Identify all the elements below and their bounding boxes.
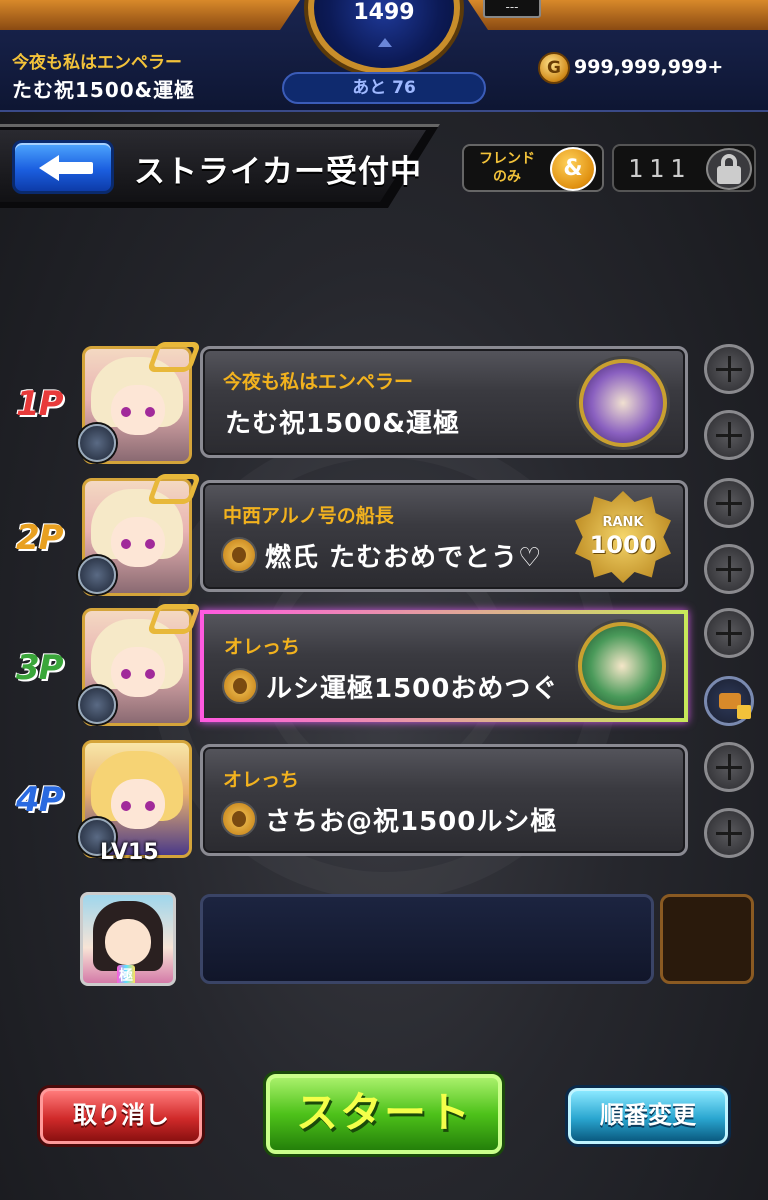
guest-monster-avatar-3p [578, 622, 666, 710]
slot-label-1p: 1P [16, 384, 64, 424]
item-slot-2p-b[interactable] [704, 544, 754, 594]
element-icon-2p [78, 556, 116, 594]
friend-icon-4p [221, 801, 257, 837]
rank-badge-2p: RANK 1000 [575, 491, 671, 583]
friend-only-toggle[interactable]: フレンド のみ & [462, 144, 604, 192]
helper-tag: 極 [117, 965, 135, 983]
top-left-ornament [0, 0, 300, 30]
player-title-2p: 中西アルノ号の船長 [223, 505, 394, 527]
friend-filter-icon: & [550, 147, 596, 191]
player-title-3p: オレっち [224, 636, 301, 658]
monster-level-4p: LV15 [100, 840, 159, 865]
back-arrow-shaft [57, 162, 93, 174]
page-title: ストライカー受付中 [134, 154, 422, 190]
lock-icon[interactable] [706, 148, 752, 190]
player-message-1p: たむ祝1500&運極 [225, 409, 461, 439]
slot-label-4p: 4P [16, 780, 64, 820]
password-box[interactable]: 111 [612, 144, 756, 192]
cancel-button[interactable]: 取り消し [40, 1088, 202, 1144]
start-button[interactable]: スタート [266, 1074, 502, 1154]
stamina-box: --- [483, 0, 541, 18]
item-slot-4p-a[interactable] [704, 742, 754, 792]
item-slot-1p-a[interactable] [704, 344, 754, 394]
rank-up-arrow-icon [378, 38, 392, 47]
player-card-4p[interactable]: オレっち さちお@祝1500ルシ極 [200, 744, 688, 856]
slot-label-2p: 2P [16, 518, 64, 558]
chat-input-area[interactable] [200, 894, 654, 984]
treasure-bonus-icon[interactable] [704, 676, 754, 726]
player-card-1p[interactable]: 今夜も私はエンペラー たむ祝1500&運極 [200, 346, 688, 458]
gold-amount: 999,999,999+ [574, 56, 724, 78]
player-title: 今夜も私はエンペラー [12, 53, 182, 73]
item-slot-1p-b[interactable] [704, 410, 754, 460]
slot-label-3p: 3P [16, 648, 64, 688]
exp-remaining: あと 76 [282, 72, 486, 104]
reorder-button[interactable]: 順番変更 [568, 1088, 728, 1144]
rank-number: 1499 [353, 0, 415, 25]
element-icon-1p [78, 424, 116, 462]
player-message-3p: ルシ運極1500おめつぐ [266, 674, 559, 704]
player-card-2p[interactable]: 中西アルノ号の船長 燃氏 たむおめでとう♡ RANK 1000 [200, 480, 688, 592]
item-slot-2p-a[interactable] [704, 478, 754, 528]
back-button[interactable] [12, 140, 114, 194]
player-title-4p: オレっち [223, 769, 300, 791]
password-value: 111 [628, 154, 692, 183]
player-title-1p: 今夜も私はエンペラー [223, 371, 414, 393]
friend-only-label: フレンド のみ [479, 151, 535, 185]
player-card-3p[interactable]: オレっち ルシ運極1500おめつぐ [200, 610, 688, 722]
helper-monster-avatar[interactable]: 極 [80, 892, 176, 986]
guest-monster-avatar-1p [579, 359, 667, 447]
stamp-button[interactable] [660, 894, 754, 984]
friend-icon-3p [222, 668, 258, 704]
player-message-4p: さちお@祝1500ルシ極 [265, 807, 558, 837]
element-icon-3p [78, 686, 116, 724]
player-message-2p: 燃氏 たむおめでとう♡ [265, 543, 543, 573]
back-arrow-icon [39, 155, 59, 181]
gold-coin-icon: G [538, 52, 570, 84]
item-slot-4p-b[interactable] [704, 808, 754, 858]
item-slot-3p-a[interactable] [704, 608, 754, 658]
friend-icon-2p [221, 537, 257, 573]
player-name: たむ祝1500&運極 [12, 78, 196, 102]
